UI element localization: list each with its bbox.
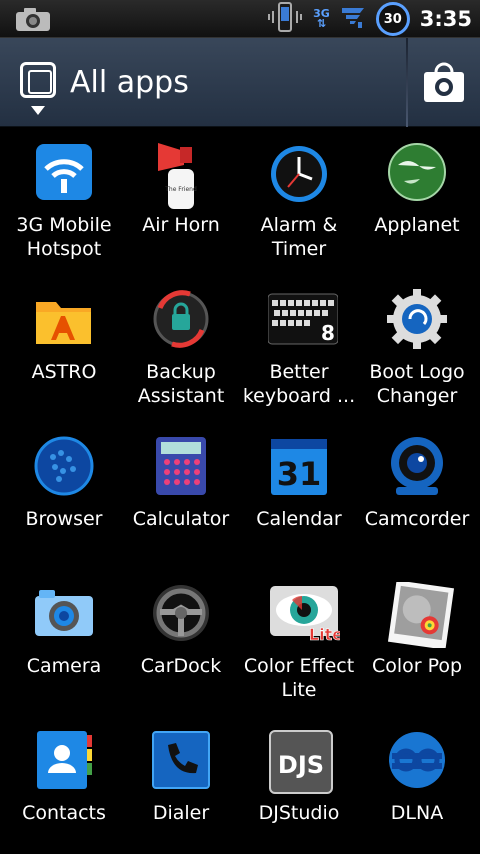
calculator-icon [150, 435, 212, 497]
app-label: Backup Assistant [137, 361, 225, 407]
app-calendar[interactable]: 31 Calendar [239, 421, 359, 568]
market-bag-icon[interactable] [422, 60, 466, 104]
app-label: Browser [25, 508, 103, 530]
camera-icon [33, 582, 95, 644]
clock: 3:35 [419, 7, 472, 31]
app-label: Boot Logo Changer [369, 361, 465, 407]
dlna-icon [386, 729, 448, 791]
eye-icon: Lite [268, 582, 344, 644]
vibrate-icon [267, 1, 303, 37]
lite-badge: Lite [309, 625, 340, 644]
app-label: Alarm & Timer [260, 214, 338, 260]
app-better-keyboard[interactable]: 8 Better keyboard ... [239, 274, 359, 421]
air-horn-icon: The Friend [150, 141, 212, 209]
steering-wheel-icon [150, 582, 212, 644]
svg-text:8: 8 [321, 321, 335, 345]
dj-logo-text: DJS [278, 751, 324, 779]
svg-text:The Friend: The Friend [164, 186, 197, 193]
app-label: Applanet [374, 214, 460, 236]
app-label: Better keyboard ... [242, 361, 356, 407]
app-color-pop[interactable]: Color Pop [357, 568, 477, 715]
contacts-icon [33, 729, 95, 791]
app-label: Dialer [152, 802, 210, 824]
app-cardock[interactable]: CarDock [121, 568, 241, 715]
page-title: All apps [70, 65, 189, 100]
app-label: Camcorder [364, 508, 470, 530]
keyboard-icon: 8 [267, 288, 339, 350]
wifi-hotspot-icon [33, 141, 95, 203]
app-label: 3G Mobile Hotspot [16, 214, 112, 260]
browser-globe-icon [33, 435, 95, 497]
app-boot-logo-changer[interactable]: Boot Logo Changer [357, 274, 477, 421]
app-label: Calculator [132, 508, 230, 530]
globe-icon [386, 141, 448, 203]
dj-icon: DJS [268, 729, 333, 794]
photo-icon [386, 580, 455, 650]
app-label: Color Effect Lite [243, 655, 355, 701]
app-djstudio[interactable]: DJS DJStudio [239, 715, 359, 854]
network-type-icon: 3G ⇅ [313, 7, 330, 30]
app-dialer[interactable]: Dialer [121, 715, 241, 854]
app-contacts[interactable]: Contacts [4, 715, 124, 854]
alarm-clock-icon [268, 141, 330, 203]
app-color-effect-lite[interactable]: Lite Color Effect Lite [239, 568, 359, 715]
app-alarm-timer[interactable]: Alarm & Timer [239, 127, 359, 274]
app-label: CarDock [140, 655, 222, 677]
battery-icon: 30 [375, 2, 410, 36]
app-browser[interactable]: Browser [4, 421, 124, 568]
app-label: Calendar [256, 508, 342, 530]
gear-icon [386, 288, 448, 350]
camera-notification-icon [14, 5, 52, 37]
calendar-day: 31 [277, 455, 322, 493]
camcorder-icon [386, 435, 448, 497]
status-bar: 3G ⇅ 30 3:35 [0, 0, 480, 38]
phone-icon [150, 729, 212, 791]
app-label: Air Horn [142, 214, 220, 236]
apps-view-icon [20, 62, 56, 98]
backup-lock-icon [150, 288, 212, 350]
app-label: Color Pop [371, 655, 463, 677]
app-calculator[interactable]: Calculator [121, 421, 241, 568]
app-astro[interactable]: ASTRO [4, 274, 124, 421]
app-backup-assistant[interactable]: Backup Assistant [121, 274, 241, 421]
app-label: ASTRO [31, 361, 97, 383]
signal-icon [340, 4, 366, 34]
app-label: DLNA [390, 802, 444, 824]
title-bar: All apps [0, 38, 480, 127]
app-air-horn[interactable]: The Friend Air Horn [121, 127, 241, 274]
network-type-label: 3G [313, 7, 330, 20]
app-applanet[interactable]: Applanet [357, 127, 477, 274]
app-camera[interactable]: Camera [4, 568, 124, 715]
dropdown-arrow-icon [31, 106, 45, 115]
app-label: Contacts [22, 802, 106, 824]
app-label: Camera [26, 655, 102, 677]
calendar-icon: 31 [268, 435, 330, 497]
battery-level: 30 [383, 11, 402, 27]
folder-icon [33, 288, 95, 350]
app-camcorder[interactable]: Camcorder [357, 421, 477, 568]
divider [406, 38, 408, 127]
app-label: DJStudio [258, 802, 340, 824]
app-dlna[interactable]: DLNA [357, 715, 477, 854]
app-3g-mobile-hotspot[interactable]: 3G Mobile Hotspot [4, 127, 124, 274]
